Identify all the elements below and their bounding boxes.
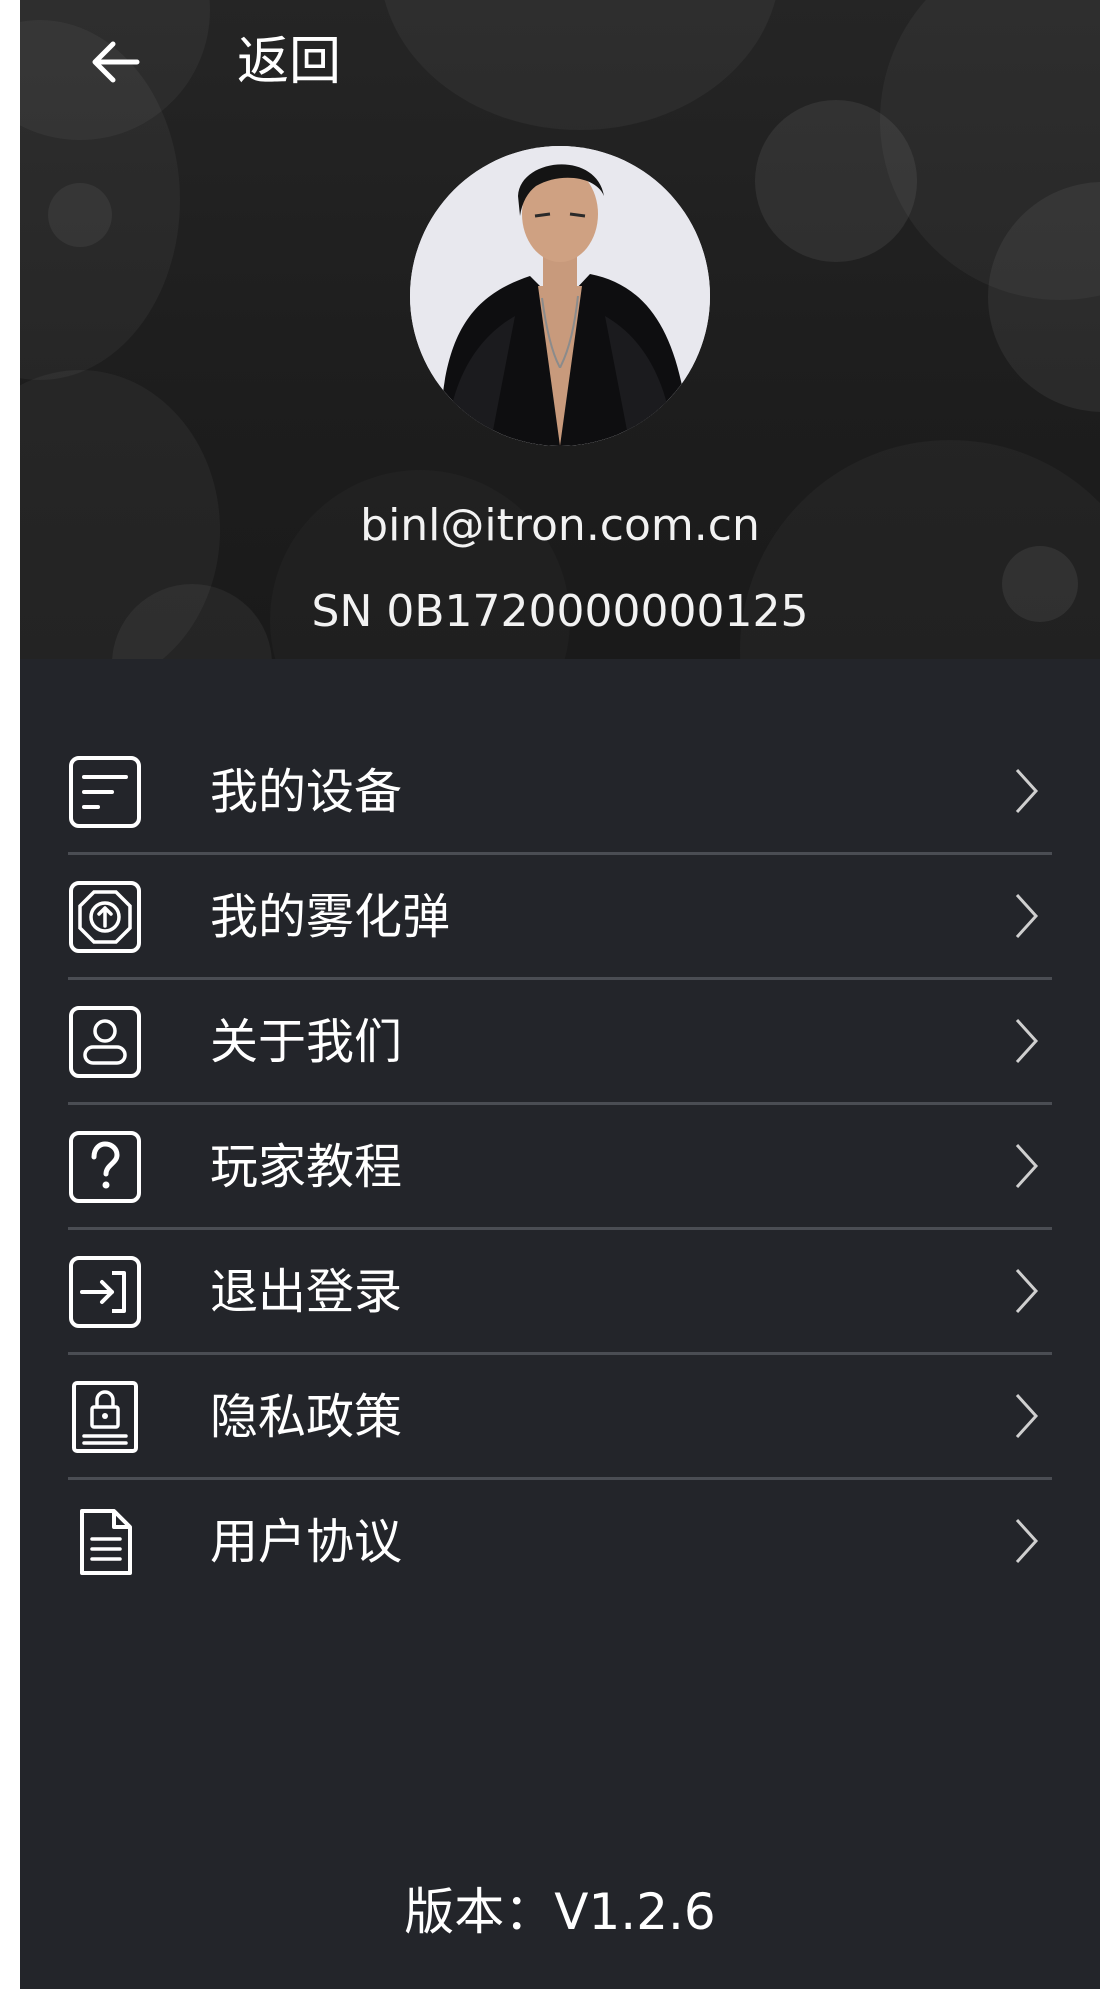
menu-item-about-us[interactable]: 关于我们	[68, 980, 1052, 1105]
atomizer-icon	[69, 881, 141, 953]
avatar-photo	[410, 146, 710, 446]
logout-icon	[69, 1256, 141, 1328]
privacy-lock-icon	[72, 1381, 138, 1453]
profile-screen: 返回 binl@itron.com.cn SN 0B1720000000125	[20, 0, 1100, 1989]
menu-item-my-atomizer[interactable]: 我的雾化弹	[68, 855, 1052, 980]
profile-header: 返回 binl@itron.com.cn SN 0B1720000000125	[20, 0, 1100, 659]
question-icon	[69, 1131, 141, 1203]
menu-item-logout[interactable]: 退出登录	[68, 1230, 1052, 1355]
menu-item-my-device[interactable]: 我的设备	[68, 730, 1052, 855]
arrow-left-icon	[92, 41, 140, 83]
chevron-right-icon	[1015, 1018, 1039, 1064]
menu-item-label: 用户协议	[210, 1514, 403, 1570]
menu-item-user-agreement[interactable]: 用户协议	[68, 1480, 1052, 1602]
document-icon	[80, 1509, 132, 1575]
back-button[interactable]	[70, 22, 160, 102]
chevron-right-icon	[1015, 1143, 1039, 1189]
avatar[interactable]	[410, 146, 710, 446]
menu-item-label: 退出登录	[210, 1264, 403, 1320]
app-version: 版本：V1.2.6	[404, 1883, 716, 1941]
menu-item-label: 隐私政策	[210, 1389, 403, 1445]
menu-item-label: 关于我们	[210, 1014, 403, 1070]
settings-menu: 我的设备 我的雾化弹 关于我们 玩家教程 退出登录 隐私政策 用户协议	[68, 730, 1052, 1602]
chevron-right-icon	[1015, 893, 1039, 939]
menu-item-privacy-policy[interactable]: 隐私政策	[68, 1355, 1052, 1480]
menu-item-label: 我的雾化弹	[210, 889, 451, 945]
chevron-right-icon	[1015, 768, 1039, 814]
chevron-right-icon	[1015, 1393, 1039, 1439]
chevron-right-icon	[1015, 1268, 1039, 1314]
chevron-right-icon	[1015, 1518, 1039, 1564]
menu-item-label: 玩家教程	[210, 1139, 403, 1195]
device-icon	[69, 756, 141, 828]
decor-bubble	[380, 0, 780, 130]
menu-item-tutorial[interactable]: 玩家教程	[68, 1105, 1052, 1230]
device-serial: SN 0B1720000000125	[311, 586, 809, 637]
decor-bubble	[48, 183, 112, 247]
menu-item-label: 我的设备	[210, 764, 403, 820]
about-user-icon	[69, 1006, 141, 1078]
user-email: binl@itron.com.cn	[360, 500, 760, 551]
back-label[interactable]: 返回	[237, 30, 341, 94]
